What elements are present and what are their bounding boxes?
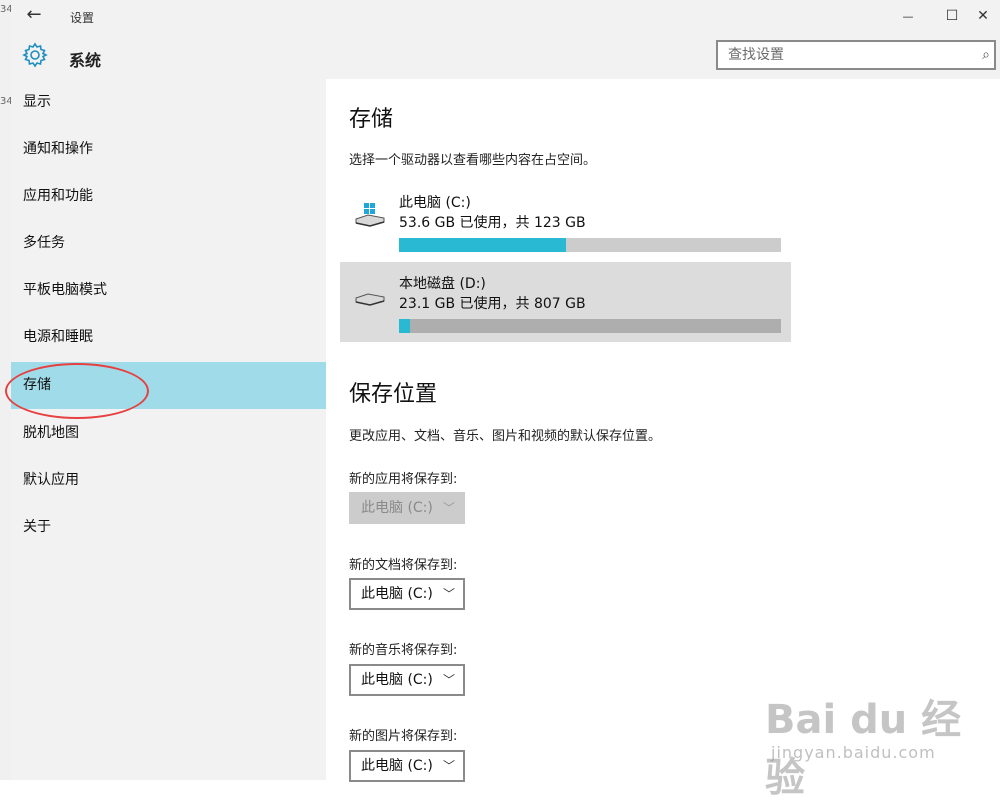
dropdown-value: 此电脑 (C:) xyxy=(361,586,433,602)
pictures-location-dropdown[interactable]: 此电脑 (C:) ﹀ xyxy=(349,750,465,782)
window-title: 设置 xyxy=(70,11,95,25)
page-title: 系统 xyxy=(69,51,102,70)
chevron-down-icon: ﹀ xyxy=(442,501,455,515)
drive-name: 本地磁盘 (D:) xyxy=(399,276,486,292)
close-button[interactable]: ✕ xyxy=(966,0,1000,32)
save-location-label: 新的文档将保存到: xyxy=(349,558,458,573)
sidebar-item-about[interactable]: 关于 xyxy=(11,504,326,551)
sidebar-item-tablet-mode[interactable]: 平板电脑模式 xyxy=(11,267,326,314)
chevron-down-icon: ﹀ xyxy=(442,587,455,601)
settings-window: ← 设置 — ☐ ✕ 系统 ⌕ 显示 通知和操作 应用和功能 多任务 平板电脑模… xyxy=(5,0,1000,782)
sidebar-item-display[interactable]: 显示 xyxy=(11,79,326,126)
drive-name: 此电脑 (C:) xyxy=(399,195,471,211)
usage-bar-fill xyxy=(399,319,411,333)
search-input[interactable] xyxy=(718,42,968,68)
gear-icon xyxy=(22,42,48,68)
drive-item-c[interactable]: 此电脑 (C:) 53.6 GB 已使用，共 123 GB xyxy=(340,181,791,261)
minimize-icon: — xyxy=(902,10,914,23)
chevron-down-icon: ﹀ xyxy=(442,759,455,773)
watermark-url: jingyan.baidu.com xyxy=(771,743,936,762)
dropdown-value: 此电脑 (C:) xyxy=(361,758,433,774)
usage-bar-fill xyxy=(399,238,566,252)
sidebar-item-offline-maps[interactable]: 脱机地图 xyxy=(11,410,326,457)
back-button[interactable]: ← xyxy=(21,4,47,28)
sidebar: 显示 通知和操作 应用和功能 多任务 平板电脑模式 电源和睡眠 存储 脱机地图 … xyxy=(5,79,326,780)
chevron-down-icon: ﹀ xyxy=(442,673,455,687)
settings-header: 系统 ⌕ xyxy=(11,32,1000,79)
search-box: ⌕ xyxy=(716,40,996,70)
dropdown-value: 此电脑 (C:) xyxy=(361,500,433,516)
dropdown-value: 此电脑 (C:) xyxy=(361,672,433,688)
save-location-label: 新的音乐将保存到: xyxy=(349,643,458,658)
save-location-label: 新的图片将保存到: xyxy=(349,729,458,744)
watermark: Bai du 经验 jingyan.baidu.com xyxy=(765,665,995,801)
drive-usage: 23.1 GB 已使用，共 807 GB xyxy=(399,296,586,312)
apps-location-dropdown: 此电脑 (C:) ﹀ xyxy=(349,492,465,524)
search-icon[interactable]: ⌕ xyxy=(982,47,990,63)
storage-description: 选择一个驱动器以查看哪些内容在占空间。 xyxy=(349,153,597,168)
close-icon: ✕ xyxy=(977,8,989,24)
save-location-label: 新的应用将保存到: xyxy=(349,472,458,487)
sidebar-item-notifications[interactable]: 通知和操作 xyxy=(11,126,326,173)
maximize-icon: ☐ xyxy=(945,8,959,24)
sidebar-item-storage[interactable]: 存储 xyxy=(11,362,326,409)
documents-location-dropdown[interactable]: 此电脑 (C:) ﹀ xyxy=(349,578,465,610)
music-location-dropdown[interactable]: 此电脑 (C:) ﹀ xyxy=(349,664,465,696)
title-bar: ← 设置 — ☐ ✕ xyxy=(11,0,1000,32)
usage-bar xyxy=(399,238,781,252)
sidebar-item-apps-features[interactable]: 应用和功能 xyxy=(11,173,326,220)
sidebar-item-power-sleep[interactable]: 电源和睡眠 xyxy=(11,314,326,361)
system-drive-icon xyxy=(355,203,385,227)
drive-item-d[interactable]: 本地磁盘 (D:) 23.1 GB 已使用，共 807 GB xyxy=(340,262,791,342)
storage-heading: 存储 xyxy=(349,107,394,132)
usage-bar xyxy=(399,319,781,333)
local-disk-icon xyxy=(355,293,385,306)
save-locations-description: 更改应用、文档、音乐、图片和视频的默认保存位置。 xyxy=(349,429,662,444)
save-locations-heading: 保存位置 xyxy=(349,382,438,407)
minimize-button[interactable]: — xyxy=(885,0,931,32)
sidebar-item-default-apps[interactable]: 默认应用 xyxy=(11,457,326,504)
drive-usage: 53.6 GB 已使用，共 123 GB xyxy=(399,215,586,231)
sidebar-item-multitasking[interactable]: 多任务 xyxy=(11,220,326,267)
